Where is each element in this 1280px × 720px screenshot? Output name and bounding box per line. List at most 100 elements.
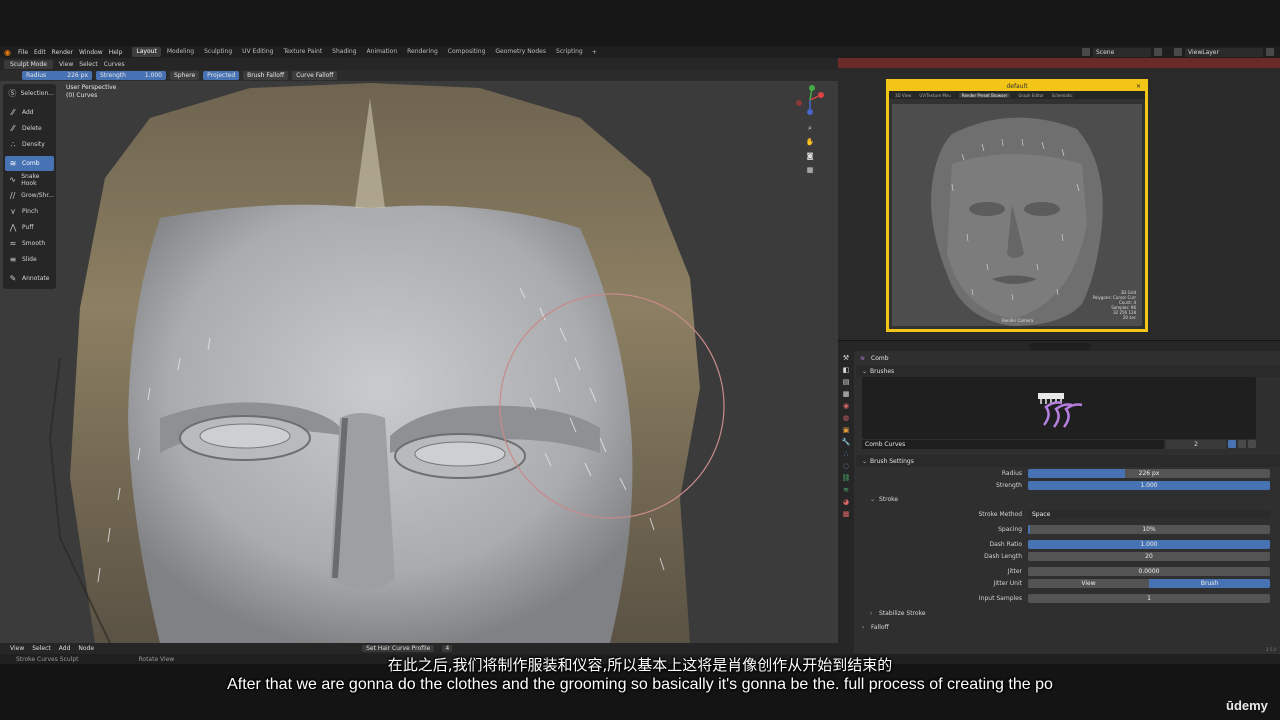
- scene-field[interactable]: Scene: [1093, 47, 1151, 57]
- window-close-icon[interactable]: ✕: [1136, 82, 1141, 91]
- tool-density[interactable]: ∴ Density: [5, 137, 54, 152]
- jitter-unit-view[interactable]: View: [1028, 579, 1149, 588]
- blender-logo-icon[interactable]: ◉: [4, 48, 14, 57]
- footer-menu-node[interactable]: Node: [78, 645, 94, 652]
- workspace-tab-geometry-nodes[interactable]: Geometry Nodes: [491, 47, 550, 57]
- tool-add[interactable]: ⁄⁄ Add: [5, 105, 54, 120]
- duplicate-brush-icon[interactable]: [1238, 440, 1246, 448]
- stroke-method-dropdown[interactable]: Space: [1028, 510, 1270, 519]
- brush-settings-panel-header[interactable]: ⌄ Brush Settings: [856, 455, 1280, 467]
- unlink-brush-icon[interactable]: [1248, 440, 1256, 448]
- tool-grow-shrink[interactable]: ∕∕ Grow/Shr...: [5, 188, 54, 203]
- view-layer-tab-icon[interactable]: ▦: [841, 389, 851, 399]
- workspace-tab-uv-editing[interactable]: UV Editing: [238, 47, 277, 57]
- jitter-unit-brush[interactable]: Brush: [1149, 579, 1270, 588]
- add-workspace-icon[interactable]: +: [592, 49, 597, 56]
- workspace-tab-compositing[interactable]: Compositing: [444, 47, 490, 57]
- data-tab-icon[interactable]: ≋: [841, 485, 851, 495]
- rw-tab-schematic[interactable]: Schematic: [1052, 93, 1073, 98]
- tool-pinch[interactable]: ⋎ Pinch: [5, 204, 54, 219]
- brush-falloff-dropdown[interactable]: Brush Falloff: [243, 71, 289, 80]
- node-group-selector[interactable]: Set Hair Curve Profile: [362, 645, 435, 652]
- fake-user-shield-icon[interactable]: [1228, 440, 1236, 448]
- workspace-tab-texture-paint[interactable]: Texture Paint: [279, 47, 326, 57]
- footer-menu-select[interactable]: Select: [32, 645, 51, 652]
- workspace-tab-shading[interactable]: Shading: [328, 47, 360, 57]
- render-window[interactable]: default ✕ 3D View UV/Texture Mnu Render …: [886, 79, 1148, 332]
- tool-selection[interactable]: Ⓢ Selection...: [5, 86, 54, 101]
- pan-hand-icon[interactable]: ✋: [805, 137, 815, 147]
- axis-gizmo-icon[interactable]: [790, 83, 830, 117]
- radius-field[interactable]: Radius 226 px: [22, 71, 92, 80]
- brushes-panel-header[interactable]: ⌄ Brushes: [856, 365, 1280, 377]
- rw-tab-graph[interactable]: Graph Editor: [1018, 93, 1043, 98]
- texture-tab-icon[interactable]: ▩: [841, 509, 851, 519]
- view-layer-field[interactable]: ViewLayer: [1185, 47, 1263, 57]
- curve-falloff-dropdown[interactable]: Curve Falloff: [292, 71, 338, 80]
- jitter-slider[interactable]: 0.0000: [1028, 567, 1270, 576]
- modifier-tab-icon[interactable]: 🔧: [841, 437, 851, 447]
- strength-field[interactable]: Strength 1.000: [96, 71, 166, 80]
- workspace-tab-animation[interactable]: Animation: [363, 47, 402, 57]
- menu-help[interactable]: Help: [109, 49, 123, 56]
- tool-tab-icon[interactable]: ⚒: [841, 353, 851, 363]
- dash-ratio-slider[interactable]: 1.000: [1028, 540, 1270, 549]
- sculpt-scene[interactable]: [0, 58, 838, 643]
- menu-edit[interactable]: Edit: [34, 49, 46, 56]
- stabilize-stroke-header[interactable]: › Stabilize Stroke: [856, 608, 1280, 619]
- input-samples-field[interactable]: 1: [1028, 594, 1270, 603]
- tool-delete[interactable]: ⁄⁄ Delete: [5, 121, 54, 136]
- camera-view-icon[interactable]: ◙: [805, 151, 815, 161]
- spacing-slider[interactable]: 10%: [1028, 525, 1270, 534]
- rw-tab-3d-view[interactable]: 3D View: [895, 93, 911, 98]
- workspace-tab-scripting[interactable]: Scripting: [552, 47, 587, 57]
- footer-menu-view[interactable]: View: [10, 645, 24, 652]
- object-tab-icon[interactable]: ▣: [841, 425, 851, 435]
- menu-render[interactable]: Render: [52, 49, 73, 56]
- dash-length-field[interactable]: 20: [1028, 552, 1270, 561]
- material-tab-icon[interactable]: ◕: [841, 497, 851, 507]
- workspace-tab-layout[interactable]: Layout: [132, 47, 161, 57]
- rw-tab-uv[interactable]: UV/Texture Mnu: [919, 93, 950, 98]
- falloff-panel-header[interactable]: › Falloff: [856, 622, 1280, 633]
- viewport-menu-select[interactable]: Select: [79, 61, 98, 68]
- constraints-tab-icon[interactable]: ⛓: [841, 473, 851, 483]
- tool-smooth[interactable]: ≈ Smooth: [5, 236, 54, 251]
- tool-annotate[interactable]: ✎ Annotate: [5, 271, 54, 286]
- output-tab-icon[interactable]: ▤: [841, 377, 851, 387]
- node-group-users[interactable]: 4: [442, 645, 453, 652]
- view-layer-selector[interactable]: ViewLayer: [1174, 47, 1274, 57]
- tool-comb[interactable]: ≋ Comb: [5, 156, 54, 171]
- strength-slider[interactable]: 1.000: [1028, 481, 1270, 490]
- workspace-tab-rendering[interactable]: Rendering: [403, 47, 442, 57]
- zoom-icon[interactable]: ⌕: [805, 123, 815, 133]
- particles-tab-icon[interactable]: ∴: [841, 449, 851, 459]
- world-tab-icon[interactable]: ◍: [841, 413, 851, 423]
- viewport-menu-view[interactable]: View: [59, 61, 73, 68]
- sphere-toggle[interactable]: Sphere: [170, 71, 200, 80]
- scene-selector[interactable]: Scene: [1082, 47, 1162, 57]
- perspective-grid-icon[interactable]: ▦: [805, 165, 815, 175]
- brush-users-count[interactable]: 2: [1166, 439, 1226, 449]
- tool-puff[interactable]: ⋀ Puff: [5, 220, 54, 235]
- brush-preview[interactable]: [862, 377, 1256, 439]
- menu-window[interactable]: Window: [79, 49, 103, 56]
- viewport-menu-curves[interactable]: Curves: [104, 61, 125, 68]
- mode-dropdown[interactable]: Sculpt Mode: [4, 59, 53, 69]
- menu-file[interactable]: File: [18, 49, 28, 56]
- brush-name-field[interactable]: Comb Curves: [862, 439, 1164, 449]
- footer-menu-add[interactable]: Add: [59, 645, 71, 652]
- new-view-layer-icon[interactable]: [1266, 48, 1274, 56]
- tool-slide[interactable]: ≡ Slide: [5, 252, 54, 267]
- workspace-tab-sculpting[interactable]: Sculpting: [200, 47, 236, 57]
- render-tab-icon[interactable]: ◧: [841, 365, 851, 375]
- navigation-gizmo[interactable]: ⌕ ✋ ◙ ▦: [790, 83, 830, 183]
- rw-tab-render-preset[interactable]: Render Preset Browser: [958, 92, 1011, 98]
- stroke-panel-header[interactable]: ⌄ Stroke: [856, 494, 1280, 505]
- scene-tab-icon[interactable]: ◉: [841, 401, 851, 411]
- 3d-viewport[interactable]: Sculpt Mode View Select Curves Radius 22…: [0, 58, 838, 643]
- physics-tab-icon[interactable]: ◌: [841, 461, 851, 471]
- projected-toggle[interactable]: Projected: [203, 71, 240, 80]
- tool-snake-hook[interactable]: ∿ Snake Hook: [5, 172, 54, 187]
- workspace-tab-modeling[interactable]: Modeling: [163, 47, 198, 57]
